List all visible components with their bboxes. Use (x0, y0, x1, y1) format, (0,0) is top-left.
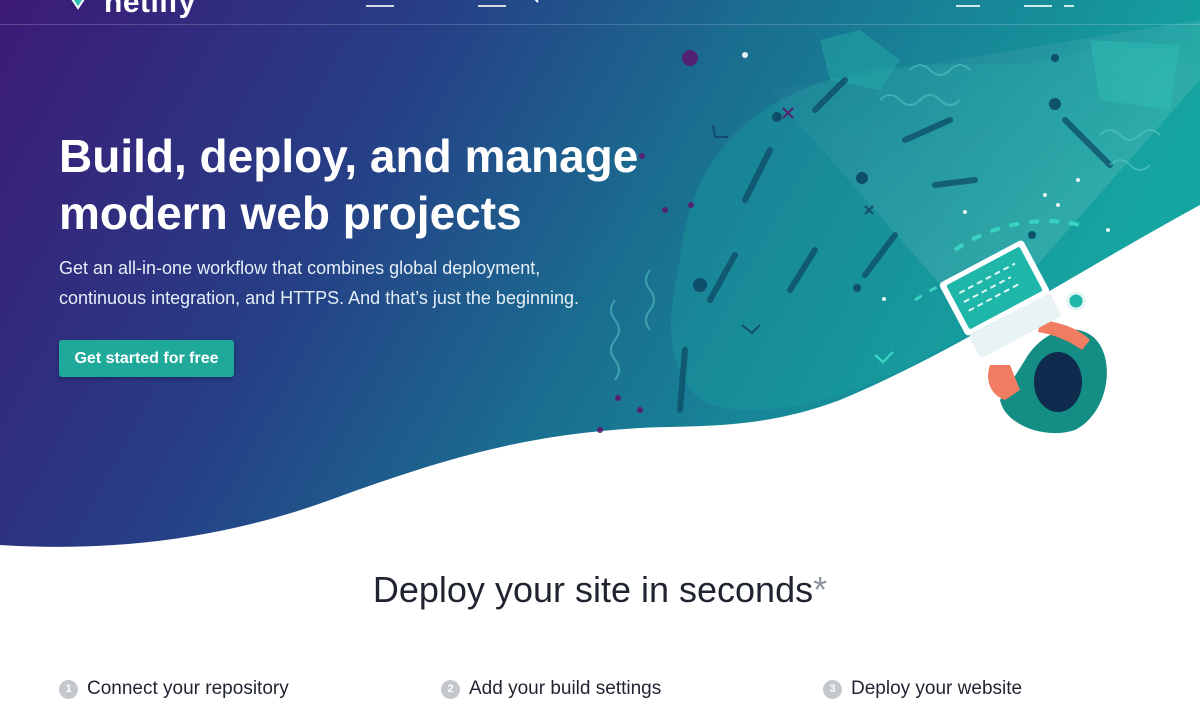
hero-subtitle-line-2: continuous integration, and HTTPS. And t… (59, 288, 580, 308)
nav-link-fragment[interactable] (956, 0, 980, 7)
step-number-badge: 1 (59, 679, 78, 699)
nav-divider (0, 24, 1200, 25)
nav-link-fragment[interactable] (478, 0, 506, 7)
deploy-step-3: 3 Deploy your website (823, 674, 1022, 704)
nav-link-fragment[interactable] (1024, 0, 1052, 7)
hero-subtitle-line-1: Get an all-in-one workflow that combines… (59, 258, 541, 278)
nav-link-fragment[interactable] (1064, 0, 1074, 7)
deploy-title-text: Deploy your site in seconds (372, 569, 814, 610)
hero-title: Build, deploy, and manage modern web pro… (59, 128, 679, 242)
hero-title-line-1: Build, deploy, and manage (59, 130, 639, 182)
search-icon[interactable] (524, 0, 540, 6)
step-label: Add your build settings (469, 678, 662, 699)
deploy-title-asterisk: * (813, 569, 828, 610)
hero-title-line-2: modern web projects (59, 187, 522, 239)
hero-subtitle: Get an all-in-one workflow that combines… (59, 253, 619, 313)
get-started-button[interactable]: Get started for free (59, 340, 234, 377)
deploy-step-2: 2 Add your build settings (441, 674, 661, 704)
step-number-badge: 3 (823, 679, 842, 699)
step-number-badge: 2 (441, 679, 460, 699)
hero-section: netlify Build, deploy, and manage modern… (0, 0, 1200, 560)
nav-link-fragment[interactable] (366, 0, 394, 7)
step-label: Deploy your website (851, 678, 1023, 699)
step-label: Connect your repository (87, 678, 289, 699)
netlify-logo-icon[interactable] (62, 0, 94, 10)
deploy-section-title: Deploy your site in seconds* (0, 567, 1200, 613)
nav-logo-text[interactable]: netlify (104, 0, 196, 20)
deploy-step-1: 1 Connect your repository (59, 674, 289, 704)
